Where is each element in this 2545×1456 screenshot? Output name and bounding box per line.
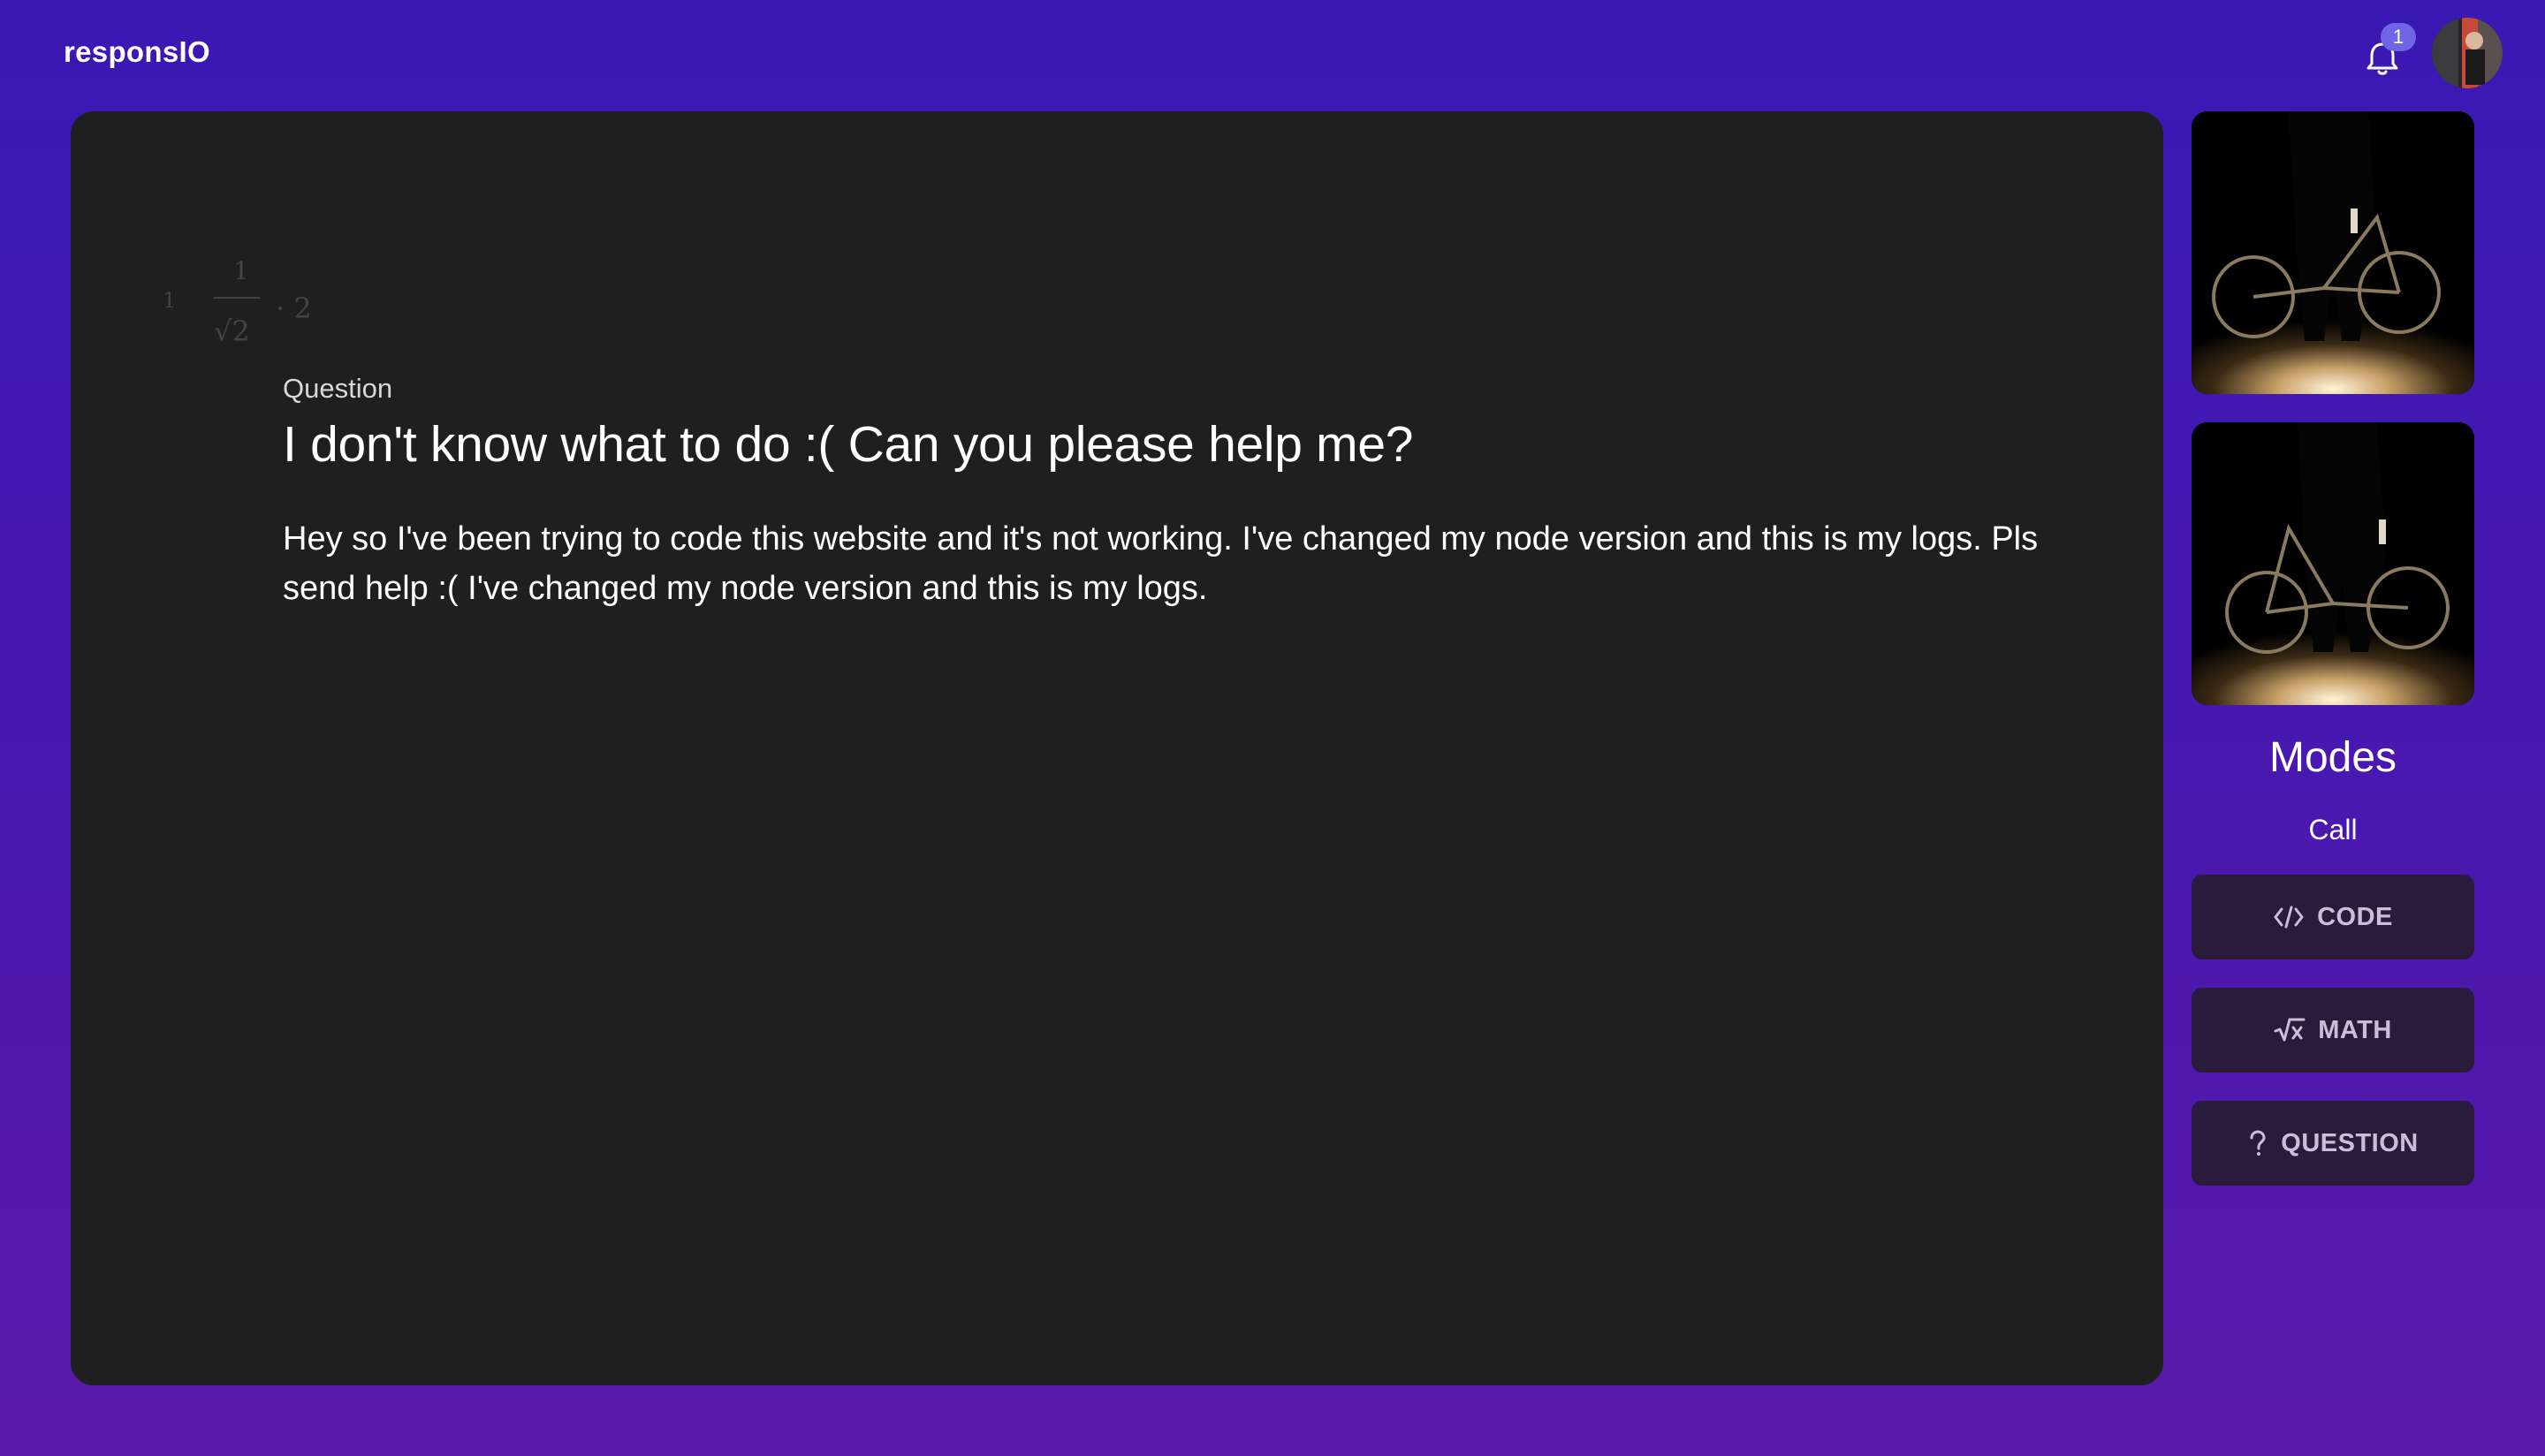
question-icon bbox=[2247, 1130, 2268, 1156]
question-body: Hey so I've been trying to code this web… bbox=[283, 520, 2039, 607]
math-term-left: 1 bbox=[163, 288, 177, 313]
app-logo[interactable]: responsIO bbox=[64, 35, 210, 69]
math-mode-label: MATH bbox=[2318, 1015, 2392, 1044]
question-title: I don't know what to do :( Can you pleas… bbox=[283, 416, 1414, 473]
sidebar: Modes Call CODE MATH QUESTION bbox=[2192, 111, 2474, 1186]
code-mode-label: CODE bbox=[2317, 902, 2393, 931]
video-thumbnail-1[interactable] bbox=[2192, 111, 2474, 394]
question-mode-button[interactable]: QUESTION bbox=[2192, 1101, 2474, 1186]
cyclist-photo bbox=[2192, 111, 2474, 394]
modes-title: Modes bbox=[2268, 734, 2397, 781]
question-mode-label: QUESTION bbox=[2281, 1128, 2419, 1157]
notification-badge: 1 bbox=[2381, 23, 2416, 51]
math-fraction-bar bbox=[214, 297, 260, 299]
math-numerator: 1 bbox=[233, 256, 249, 285]
video-thumbnail-2[interactable] bbox=[2192, 422, 2474, 705]
cyclist-photo bbox=[2192, 422, 2474, 705]
modes-subtitle: Call bbox=[2308, 814, 2358, 846]
math-term-right: · 2 bbox=[276, 292, 312, 325]
question-kicker: Question bbox=[283, 373, 393, 404]
code-mode-button[interactable]: CODE bbox=[2192, 875, 2474, 959]
avatar-image bbox=[2432, 18, 2503, 88]
user-avatar[interactable] bbox=[2432, 18, 2503, 88]
sqrt-icon bbox=[2274, 1017, 2306, 1043]
question-panel: 1 1 √2 · 2 Question I don't know what to… bbox=[71, 111, 2163, 1385]
math-mode-button[interactable]: MATH bbox=[2192, 988, 2474, 1073]
code-icon bbox=[2273, 904, 2305, 930]
question-content: Question I don't know what to do :( Can … bbox=[283, 373, 2050, 613]
math-radical: √2 bbox=[214, 315, 250, 348]
math-preview: 1 1 √2 · 2 bbox=[156, 249, 332, 373]
